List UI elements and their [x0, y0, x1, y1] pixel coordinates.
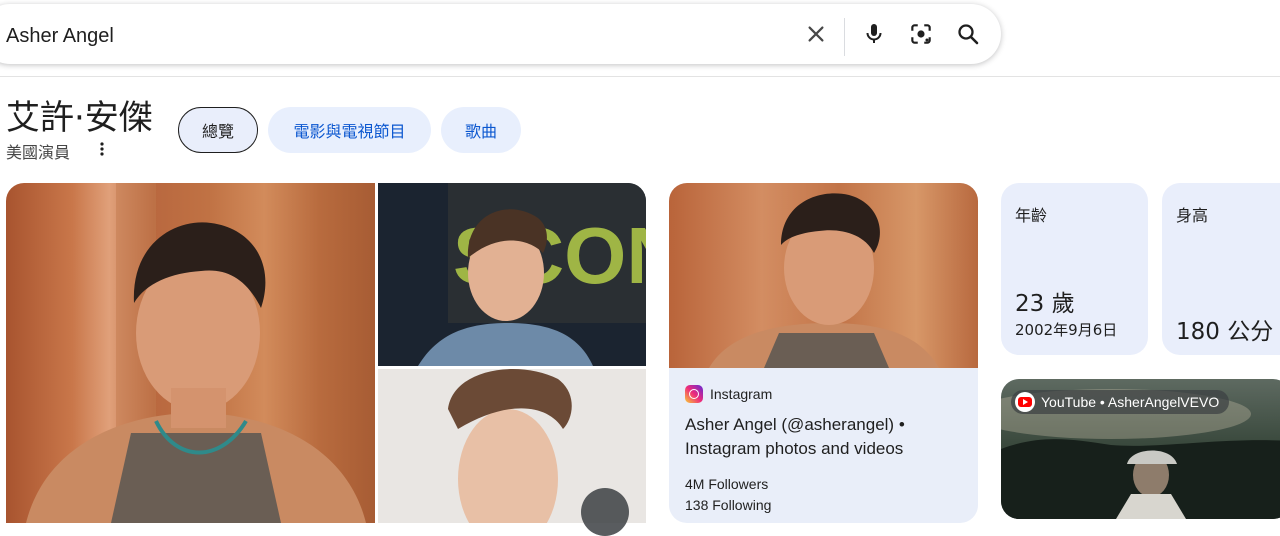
tab-overview-label: 總覽: [201, 122, 234, 141]
tab-movies-tv[interactable]: 電影與電視節目: [268, 107, 431, 153]
youtube-source: YouTube • AsherAngelVEVO: [1011, 390, 1230, 414]
header-divider: [0, 76, 1280, 77]
mic-icon[interactable]: [860, 20, 888, 48]
entity-subtitle: 美國演員: [6, 143, 71, 162]
main-photo[interactable]: [6, 183, 375, 523]
camera-lens-icon[interactable]: [907, 20, 935, 48]
instagram-source-label: Instagram: [710, 386, 773, 402]
tab-songs-label: 歌曲: [464, 122, 497, 141]
instagram-stats: 4M Followers 138 Following: [685, 474, 771, 516]
search-icon[interactable]: [954, 20, 982, 48]
tab-songs[interactable]: 歌曲: [441, 107, 521, 153]
instagram-following: 138 Following: [685, 497, 772, 513]
photo-comiccon[interactable]: SCON: [378, 183, 646, 366]
fact-height-value: 180 公分: [1176, 319, 1274, 345]
search-input[interactable]: Asher Angel: [6, 25, 114, 48]
fact-age-birthdate: 2002年9月6日: [1015, 321, 1118, 339]
more-vert-icon[interactable]: [92, 138, 112, 160]
instagram-icon: [685, 385, 703, 403]
fact-age-label: 年齡: [1015, 206, 1048, 225]
instagram-link-title[interactable]: Asher Angel (@asherangel) • Instagram ph…: [685, 413, 965, 461]
instagram-photo: [669, 183, 978, 368]
fact-age-value: 23 歲: [1015, 291, 1075, 317]
fact-card-height[interactable]: 身高 180 公分: [1162, 183, 1280, 355]
instagram-card[interactable]: Instagram Asher Angel (@asherangel) • In…: [669, 183, 978, 523]
youtube-card[interactable]: YouTube • AsherAngelVEVO: [1001, 379, 1280, 519]
main-photo-figure: [26, 183, 366, 523]
tab-overview[interactable]: 總覽: [178, 107, 258, 153]
search-divider: [844, 18, 845, 56]
instagram-followers: 4M Followers: [685, 476, 769, 492]
youtube-icon: [1015, 392, 1035, 412]
instagram-source: Instagram: [685, 385, 772, 403]
image-search-button[interactable]: [581, 488, 629, 536]
page-title: 艾許·安傑: [6, 98, 153, 138]
tab-movies-tv-label: 電影與電視節目: [293, 122, 406, 141]
youtube-source-label: YouTube • AsherAngelVEVO: [1041, 394, 1220, 410]
instagram-photo-figure: [709, 193, 939, 368]
search-bar[interactable]: Asher Angel: [0, 4, 1001, 64]
fact-height-label: 身高: [1176, 206, 1209, 225]
photo-comiccon-figure: SCON: [418, 183, 646, 366]
fact-card-age[interactable]: 年齡 23 歲 2002年9月6日: [1001, 183, 1148, 355]
close-icon[interactable]: [802, 20, 830, 48]
